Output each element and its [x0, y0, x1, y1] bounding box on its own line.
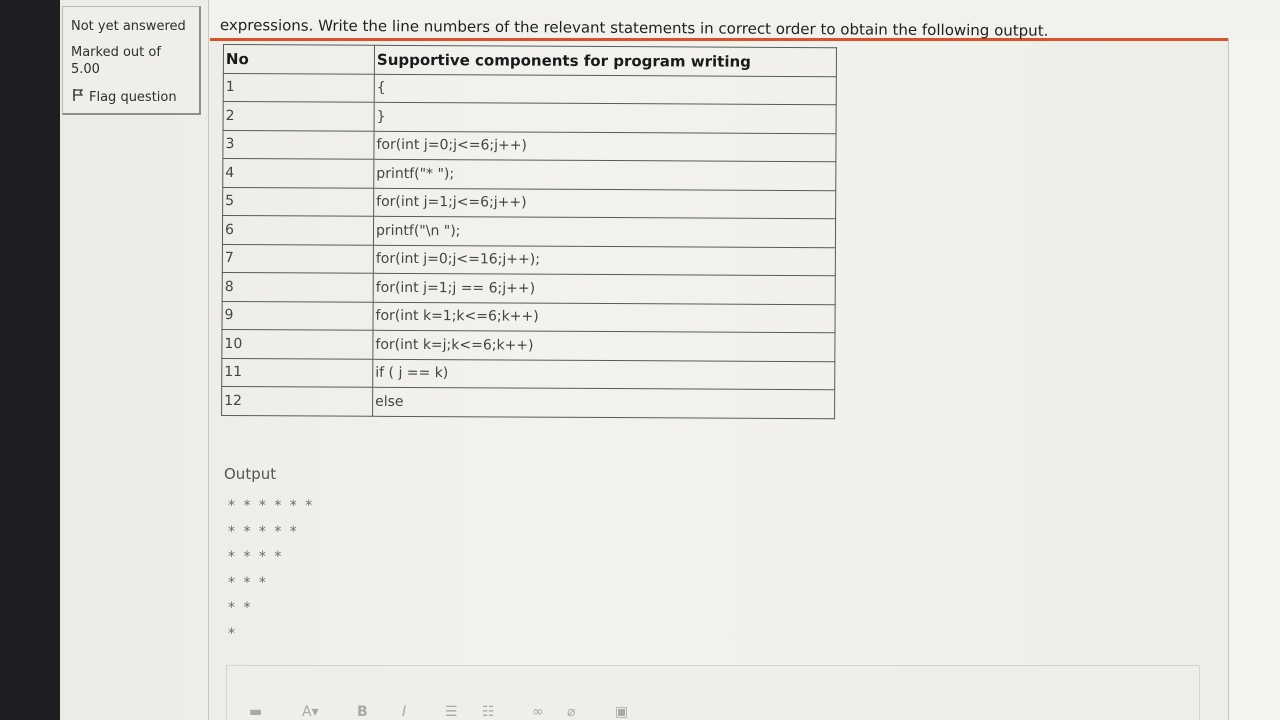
row-code: if ( j == k): [372, 358, 835, 390]
output-line: * *: [228, 600, 253, 616]
row-number: 9: [222, 300, 374, 331]
row-number: 1: [223, 73, 375, 103]
table-row: 1{: [223, 73, 837, 105]
table-body: 1{2} 3 for(int j=0;j<=6;j++) 4 printf("* ");…: [221, 73, 837, 419]
output-line: *: [228, 625, 237, 642]
output-line: * * * * * *: [228, 498, 315, 514]
divider: [208, 0, 209, 720]
flag-icon: [73, 89, 84, 104]
row-code: for(int k=j;k<=6;k++): [372, 330, 835, 362]
output-line: * * * *: [228, 549, 284, 565]
table-row: 12 else: [221, 386, 835, 419]
output-line: * * * * *: [228, 523, 299, 540]
row-number: 4: [222, 158, 374, 188]
row-number: 3: [222, 130, 375, 160]
marked-out-of: Marked out of 5.00: [71, 45, 161, 77]
header-no: No: [223, 44, 375, 74]
row-number: 7: [222, 243, 374, 274]
row-code: printf("\n ");: [373, 216, 836, 248]
numbered-list-icon[interactable]: ☷: [482, 704, 495, 720]
question-info-box: Not yet answered Marked out of 5.00 Flag…: [62, 6, 201, 115]
table-row: 10 for(int k=j;k<=6;k++): [221, 329, 835, 362]
link-icon[interactable]: ∞: [532, 704, 544, 720]
paragraph-icon[interactable]: ▬: [249, 704, 262, 720]
output-pattern: * * * * * * * * * * * * * * * * * * * * *: [228, 494, 314, 647]
row-code: printf("* ");: [373, 159, 836, 191]
row-number: 6: [222, 215, 374, 245]
table-row: 8 for(int j=1;j == 6;j++): [222, 272, 836, 305]
row-number: 2: [223, 101, 375, 131]
row-number: 12: [221, 386, 373, 416]
row-code: }: [374, 102, 837, 134]
bullet-list-icon[interactable]: ☰: [445, 704, 458, 720]
table-row: 4 printf("* ");: [222, 158, 836, 191]
image-icon[interactable]: ▣: [615, 704, 628, 720]
row-code: for(int j=1;j<=6;j++): [373, 187, 836, 219]
flag-question-link[interactable]: Flag question: [73, 89, 177, 105]
row-code: for(int j=0;j<=6;j++): [373, 130, 837, 162]
row-number: 11: [221, 357, 373, 388]
row-code: {: [374, 73, 837, 105]
browser-viewport: Not yet answered Marked out of 5.00 Flag…: [60, 0, 1280, 720]
row-number: 5: [222, 187, 374, 217]
row-code: for(int j=0;j<=16;j++);: [373, 244, 836, 276]
flag-question-label: Flag question: [89, 90, 177, 105]
table-row: 7 for(int j=0;j<=16;j++);: [222, 243, 836, 276]
table-header-row: No Supportive components for program wri…: [223, 44, 837, 77]
answer-editor-toolbar: ▬ A▾ B I ☰ ☷ ∞ ⌀ ▣: [226, 665, 1200, 720]
row-number: 10: [221, 329, 374, 359]
row-number: 8: [222, 272, 374, 302]
code-components-table: No Supportive components for program wri…: [221, 44, 837, 419]
output-line: * * *: [228, 574, 268, 591]
row-code: for(int k=1;k<=6;k++): [373, 301, 836, 333]
table-row: 3 for(int j=0;j<=6;j++): [222, 130, 837, 162]
table-row: 11 if ( j == k): [221, 357, 835, 390]
italic-icon[interactable]: I: [402, 704, 406, 720]
row-code: for(int j=1;j == 6;j++): [373, 273, 836, 305]
table-row: 5 for(int j=1;j<=6;j++): [222, 187, 836, 219]
question-status: Not yet answered: [71, 19, 186, 34]
row-code: else: [372, 387, 835, 419]
bold-icon[interactable]: B: [357, 704, 368, 720]
table-row: 9 for(int k=1;k<=6;k++): [222, 300, 836, 333]
table-row: 6 printf("\n ");: [222, 215, 836, 248]
table-row: 2}: [223, 101, 837, 134]
font-size-icon[interactable]: A▾: [302, 704, 319, 720]
right-scroll-region[interactable]: [1228, 38, 1280, 720]
output-label: Output: [224, 465, 277, 483]
unlink-icon[interactable]: ⌀: [567, 704, 575, 720]
header-components: Supportive components for program writin…: [374, 45, 837, 77]
